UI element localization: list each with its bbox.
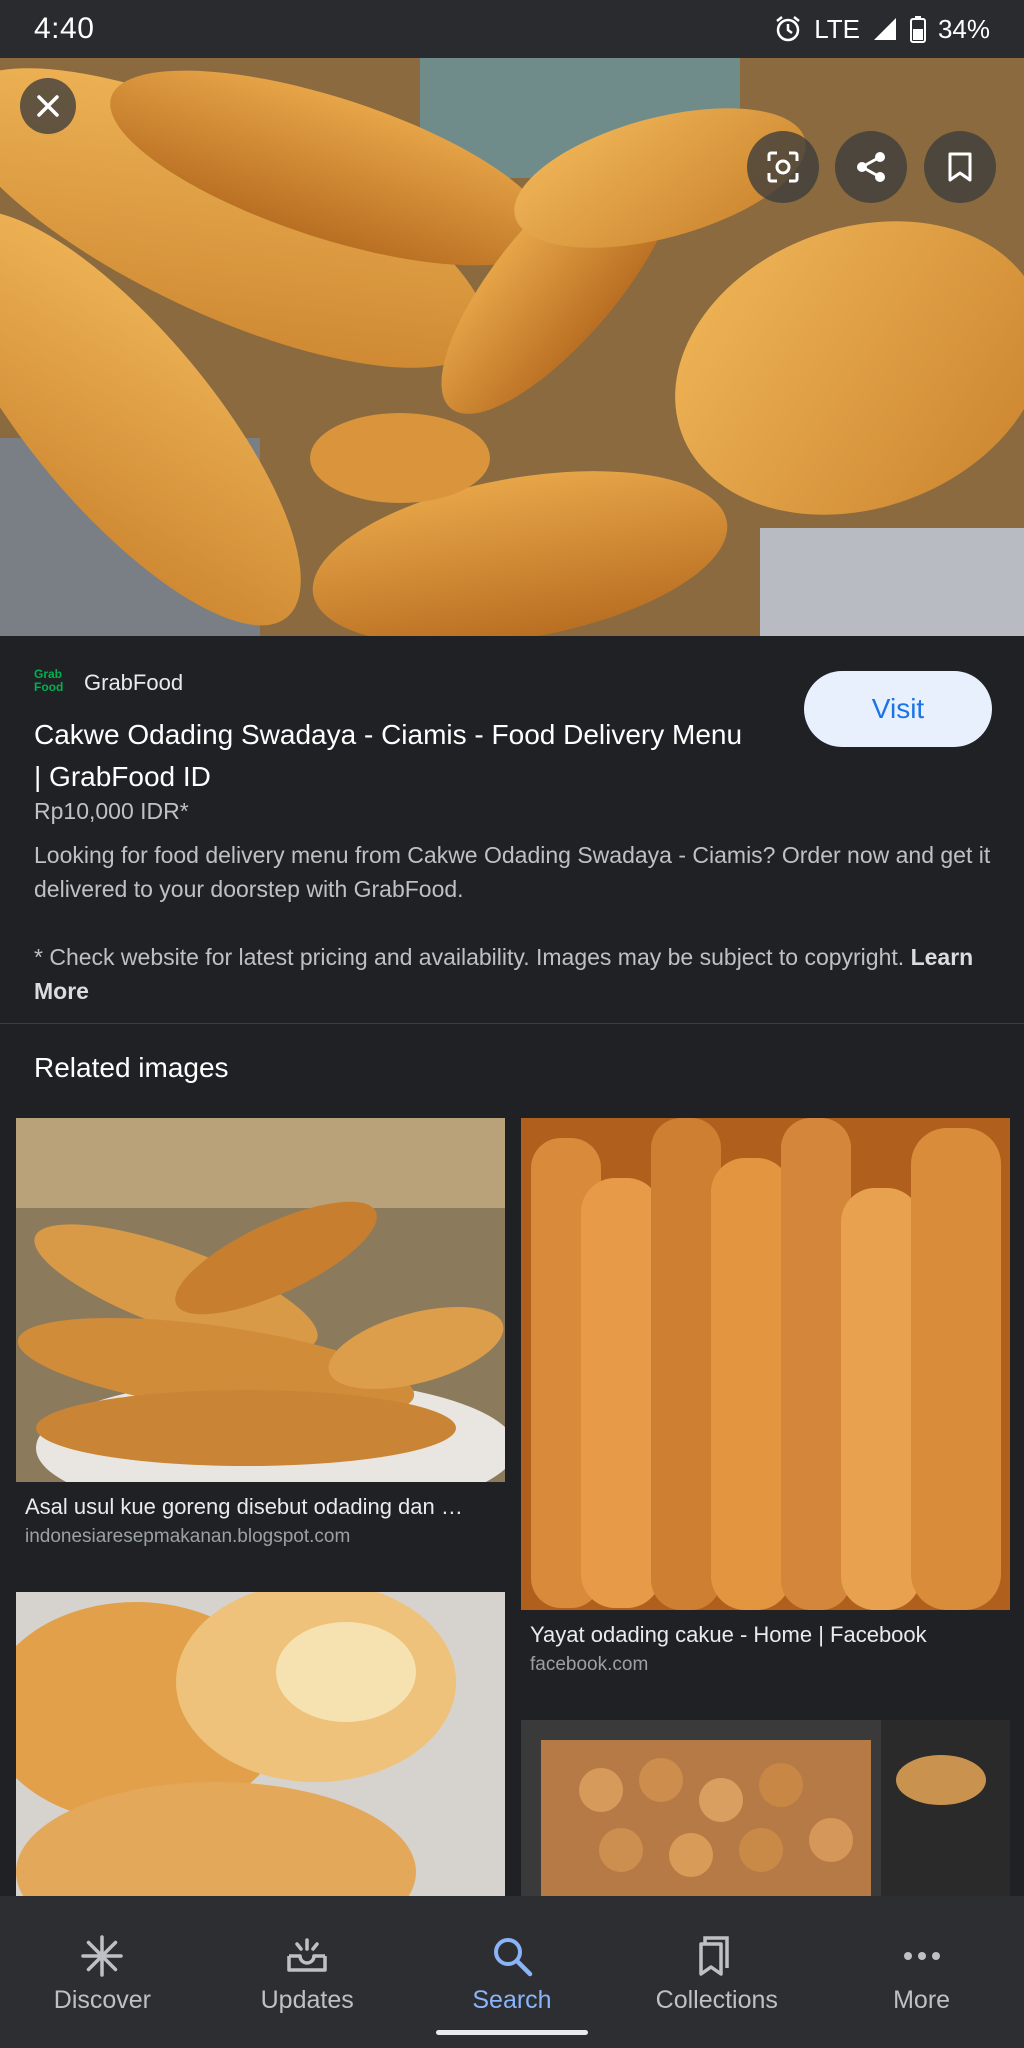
share-icon	[857, 152, 885, 182]
network-label: LTE	[814, 13, 860, 44]
related-image-4	[521, 1720, 1010, 1896]
share-button[interactable]	[835, 131, 907, 203]
related-image-card-2[interactable]: Yayat odading cakue - Home | Facebook fa…	[521, 1118, 1010, 1676]
signal-icon	[872, 16, 898, 42]
nav-updates[interactable]: Updates	[210, 1896, 405, 2048]
lens-icon	[767, 151, 799, 183]
nav-collections[interactable]: Collections	[619, 1896, 814, 2048]
nav-label-discover: Discover	[53, 1986, 152, 2014]
status-icons: LTE 34%	[774, 14, 990, 45]
related-images-heading: Related images	[34, 1052, 229, 1083]
related-image-card-4[interactable]	[521, 1720, 1010, 1896]
close-icon	[37, 95, 59, 117]
battery-icon	[909, 15, 926, 43]
screen: 4:40 LTE 34% Grab Food GrabFood Visit Ca…	[0, 0, 1024, 2048]
nav-label-updates: Updates	[260, 1986, 354, 2014]
disclaimer: * Check website for latest pricing and a…	[34, 940, 994, 1008]
related-image-card-1[interactable]: Asal usul kue goreng disebut odading dan…	[16, 1118, 505, 1548]
related-source-1: indonesiaresepmakanan.blogspot.com	[25, 1526, 351, 1547]
status-bar: 4:40 LTE 34%	[0, 0, 1024, 58]
collections-icon	[699, 1936, 729, 1976]
nav-discover[interactable]: Discover	[5, 1896, 200, 2048]
related-caption-1: Asal usul kue goreng disebut odading dan…	[25, 1494, 463, 1519]
asterisk-icon	[81, 1935, 124, 1977]
nav-more[interactable]: More	[824, 1896, 1019, 2048]
status-time: 4:40	[34, 12, 95, 45]
bookmark-button[interactable]	[924, 131, 996, 203]
source-row[interactable]: Grab Food GrabFood	[34, 668, 183, 698]
related-image-3	[16, 1592, 505, 1896]
nav-label-search: Search	[472, 1986, 552, 2014]
grabfood-logo: Grab Food	[34, 667, 64, 694]
result-title[interactable]: Cakwe Odading Swadaya - Ciamis - Food De…	[34, 714, 754, 798]
bottom-nav: Discover Updates Search Collections More	[0, 1896, 1024, 2048]
nav-label-more: More	[893, 1986, 951, 2014]
source-name: GrabFood	[84, 670, 184, 695]
search-icon	[493, 1938, 533, 1977]
related-image-1	[16, 1118, 505, 1482]
alarm-icon	[774, 15, 802, 43]
disclaimer-text: * Check website for latest pricing and a…	[34, 944, 905, 970]
hero-image[interactable]	[0, 58, 1024, 636]
related-image-card-3[interactable]	[16, 1592, 505, 1896]
visit-button[interactable]: Visit	[804, 671, 992, 747]
nav-label-collections: Collections	[655, 1986, 778, 2014]
battery-level: 34%	[937, 13, 990, 44]
more-icon	[903, 1952, 940, 1960]
result-description: Looking for food delivery menu from Cakw…	[34, 842, 991, 902]
related-image-2	[521, 1118, 1010, 1610]
related-source-2: facebook.com	[530, 1654, 649, 1675]
nav-search[interactable]: Search	[414, 1896, 609, 2048]
result-price: Rp10,000 IDR*	[34, 798, 189, 824]
close-button[interactable]	[20, 78, 76, 134]
result-info: Grab Food GrabFood Visit Cakwe Odading S…	[0, 636, 1024, 1024]
related-caption-2: Yayat odading cakue - Home | Facebook	[530, 1622, 927, 1647]
home-indicator[interactable]	[436, 2030, 588, 2035]
lens-button[interactable]	[747, 131, 819, 203]
bookmark-icon	[948, 152, 972, 182]
inbox-icon	[287, 1938, 327, 1972]
